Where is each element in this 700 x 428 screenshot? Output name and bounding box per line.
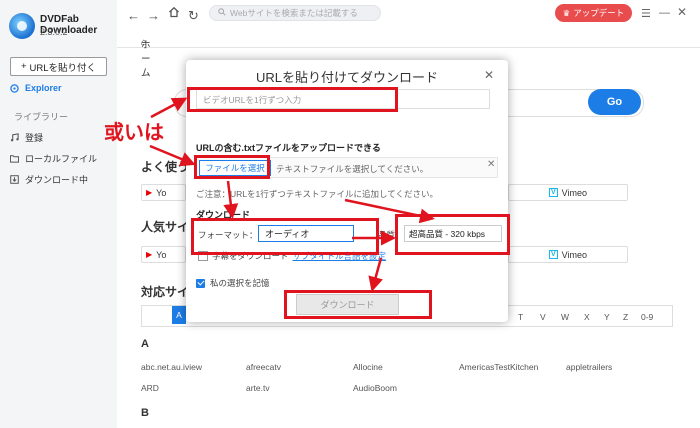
annotation-arrows <box>149 97 435 292</box>
arrow-to-file-button <box>149 144 196 167</box>
arrow-to-download <box>368 257 383 292</box>
arrow-to-url-input <box>150 97 188 119</box>
arrow-to-quality <box>344 198 435 224</box>
arrow-to-format <box>223 180 239 219</box>
